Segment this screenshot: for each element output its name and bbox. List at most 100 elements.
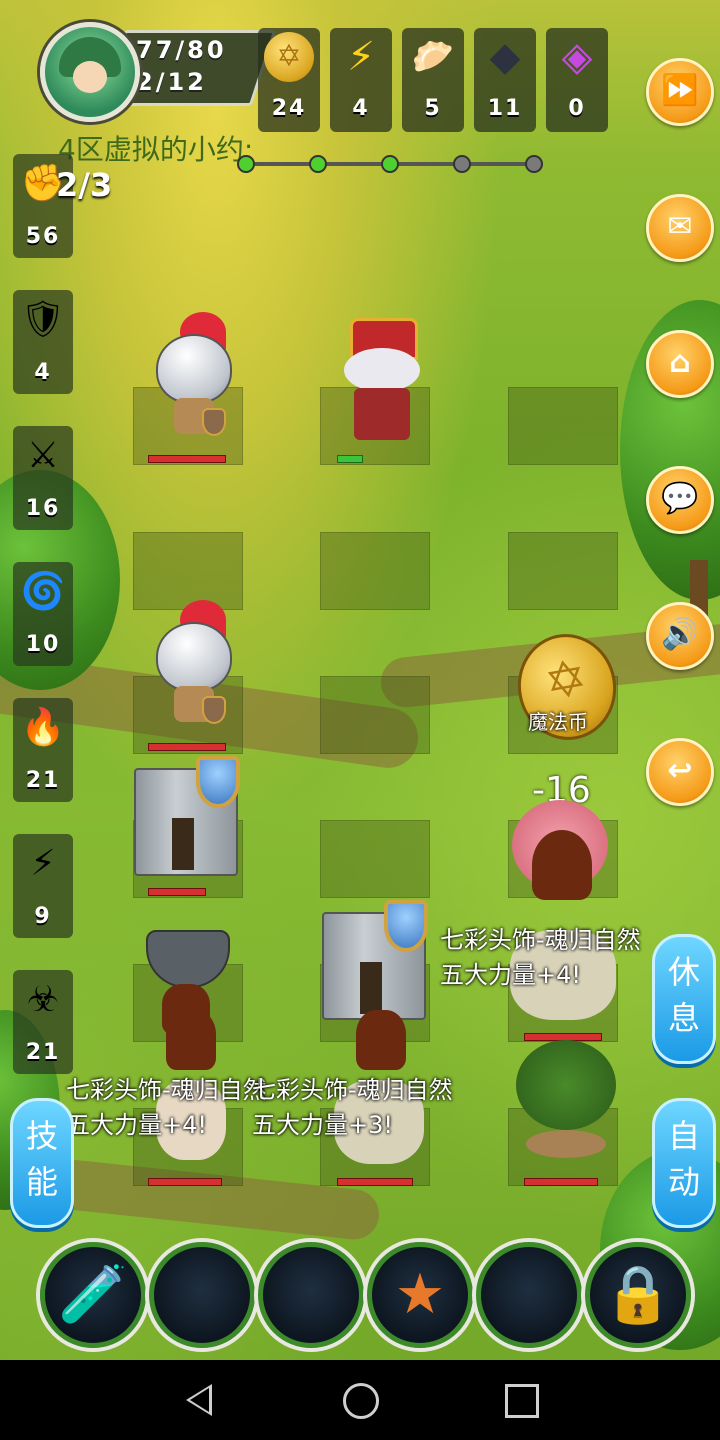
fire-icon: 🔥	[20, 707, 66, 748]
fast-forward-button[interactable]: ⏩	[646, 58, 714, 126]
drop-text-line: 五大力量+4!	[66, 1111, 207, 1139]
undo-icon: ↩	[667, 753, 693, 788]
resource-value: 0	[568, 96, 586, 121]
skill-button[interactable]: 技 能	[10, 1098, 74, 1228]
plant-unit[interactable]	[506, 1040, 626, 1170]
knight-unit[interactable]	[140, 312, 240, 452]
feather-mask	[356, 1010, 406, 1070]
grid-tile[interactable]	[133, 532, 243, 610]
water-icon: 🌀	[20, 571, 66, 612]
item-slot[interactable]: ★	[367, 1242, 473, 1348]
skill-label-char: 技	[25, 1117, 58, 1155]
resource-value: 5	[424, 96, 442, 121]
knight-unit[interactable]	[140, 600, 240, 740]
lightning-icon: ⚡	[346, 34, 376, 80]
item-slot[interactable]	[149, 1242, 255, 1348]
attribute-stat[interactable]: ☣ 21	[13, 970, 73, 1074]
attribute-stat[interactable]: ⚔ 16	[13, 426, 73, 530]
auto-label-char: 动	[667, 1163, 700, 1201]
item-slot[interactable]: 🧪	[40, 1242, 146, 1348]
tower-unit[interactable]	[314, 892, 434, 1022]
drop-text-line: 七彩头饰-魂归自然	[440, 926, 641, 954]
potion-icon: 🧪	[58, 1262, 128, 1327]
king-hair	[344, 348, 420, 392]
wave-progress-dot	[381, 155, 399, 173]
grid-tile[interactable]	[320, 820, 430, 898]
attribute-value: 21	[25, 1040, 61, 1065]
hero-hp: 77/80	[136, 36, 227, 64]
battle-scene: ✡ 魔法币 -16 七彩头饰-魂归自然 五大力量+4! 七彩头饰-魂归自然 五大…	[0, 0, 720, 1360]
tower-shield	[384, 900, 428, 952]
home-nav-icon[interactable]	[343, 1383, 379, 1419]
attribute-value: 10	[25, 632, 61, 657]
gold-coin-icon: ✡	[264, 32, 314, 82]
resource-crystal[interactable]: ◈ 0	[546, 28, 608, 132]
hp-bar	[524, 1178, 598, 1186]
item-slot[interactable]	[476, 1242, 582, 1348]
lock-icon: 🔒	[603, 1262, 673, 1327]
poison-icon: ☣	[26, 979, 60, 1020]
back-button[interactable]: ↩	[646, 738, 714, 806]
knight-helmet	[156, 334, 232, 404]
item-slot[interactable]	[258, 1242, 364, 1348]
hero-level: 2/12	[136, 68, 207, 96]
grid-tile[interactable]	[320, 676, 430, 754]
wave-progress-dot	[309, 155, 327, 173]
empty-slot-icon	[263, 1247, 359, 1343]
sound-button[interactable]: 🔊	[646, 602, 714, 670]
drop-text: 七彩头饰-魂归自然 五大力量+4!	[66, 1070, 267, 1140]
lightning-bolt-icon: ⚡	[30, 843, 56, 884]
mail-button[interactable]: ✉	[646, 194, 714, 262]
speaker-icon: 🔊	[661, 617, 699, 652]
chat-button[interactable]: 💬	[646, 466, 714, 534]
wave-counter: 2/3	[56, 166, 113, 204]
server-name: 4区虚拟的小约:	[58, 133, 254, 166]
hp-bar	[337, 455, 363, 463]
rest-button[interactable]: 休 息	[652, 934, 716, 1064]
back-nav-icon[interactable]	[186, 1384, 212, 1416]
drop-text-line: 五大力量+4!	[440, 961, 581, 989]
holy-sword-icon: ⚔	[26, 435, 60, 476]
attribute-stat[interactable]: 🌀 10	[13, 562, 73, 666]
auto-button[interactable]: 自 动	[652, 1098, 716, 1228]
enemy-unit[interactable]	[508, 800, 618, 1024]
attribute-stat[interactable]: ⚡ 9	[13, 834, 73, 938]
grid-tile[interactable]	[508, 387, 618, 465]
tower-door	[360, 962, 382, 1014]
drop-text: 七彩头饰-魂归自然 五大力量+4!	[440, 920, 641, 990]
drop-text-line: 七彩头饰-魂归自然	[252, 1076, 453, 1104]
bread-icon: 🥟	[411, 37, 455, 77]
hp-bar	[337, 1178, 413, 1186]
drop-text-line: 七彩头饰-魂归自然	[66, 1076, 267, 1104]
knight-helmet	[156, 622, 232, 692]
skill-label-char: 能	[25, 1163, 58, 1201]
auto-label-char: 自	[667, 1117, 700, 1155]
rest-label-char: 息	[667, 999, 700, 1037]
grid-tile[interactable]	[320, 532, 430, 610]
resource-iron[interactable]: ◆ 11	[474, 28, 536, 132]
resource-food[interactable]: 🥟 5	[402, 28, 464, 132]
grid-tile[interactable]	[508, 532, 618, 610]
resource-gold[interactable]: ✡ 24	[258, 28, 320, 132]
empty-slot-icon	[481, 1247, 577, 1343]
hp-bar	[148, 888, 206, 896]
iron-ingot-icon: ◆	[489, 34, 521, 80]
resource-value: 24	[271, 96, 307, 121]
resource-energy[interactable]: ⚡ 4	[330, 28, 392, 132]
item-slot[interactable]: 🔒	[585, 1242, 691, 1348]
attribute-stat[interactable]: 🛡 4	[13, 290, 73, 394]
attribute-value: 4	[34, 360, 52, 385]
hero-avatar[interactable]	[40, 22, 140, 122]
king-unit[interactable]	[338, 318, 428, 448]
attribute-stat[interactable]: 🔥 21	[13, 698, 73, 802]
fast-forward-icon: ⏩	[661, 73, 699, 108]
knight-shield	[202, 696, 226, 724]
feather-mask	[532, 830, 592, 900]
drop-text: 七彩头饰-魂归自然 五大力量+3!	[252, 1070, 453, 1140]
plant-leaves	[516, 1040, 616, 1130]
recents-nav-icon[interactable]	[505, 1384, 539, 1418]
tower-unit[interactable]	[126, 748, 246, 878]
tower-shield	[196, 756, 240, 808]
mail-icon: ✉	[667, 209, 693, 244]
home-button[interactable]: ⌂	[646, 330, 714, 398]
